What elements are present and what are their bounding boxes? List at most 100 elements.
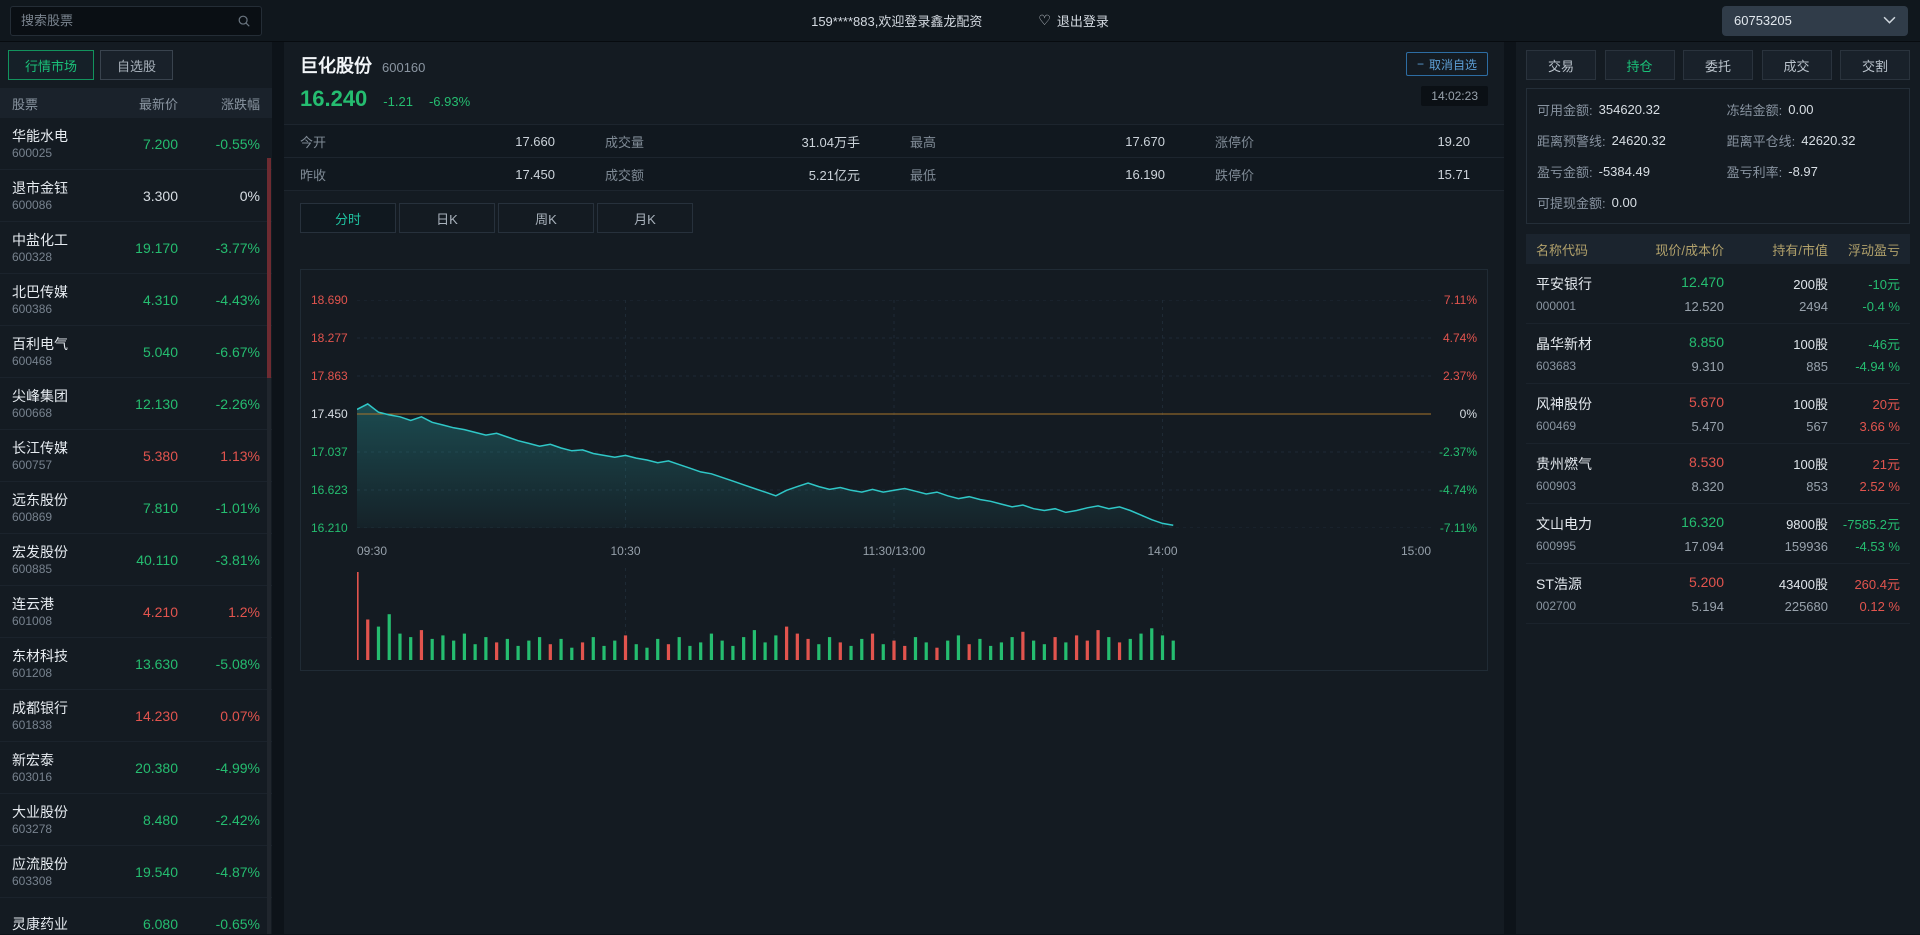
quote-info-cell: 最高17.670	[894, 125, 1199, 157]
holding-row[interactable]: ST浩源5.20043400股260.4元0027005.1942256800.…	[1526, 564, 1910, 624]
stock-change: 0.07%	[178, 708, 260, 724]
quote-header: 巨化股份 600160 16.240 -1.21 -6.93% − 取消自选 1…	[284, 42, 1504, 112]
stock-price: 40.110	[86, 552, 178, 568]
stock-row[interactable]: 应流股份60330819.540-4.87%	[0, 846, 272, 898]
holding-row[interactable]: 风神股份5.670100股20元6004695.4705673.66 %	[1526, 384, 1910, 444]
stock-row[interactable]: 长江传媒6007575.3801.13%	[0, 430, 272, 482]
holding-cost: 12.520	[1632, 299, 1724, 314]
remove-favorite-button[interactable]: − 取消自选	[1406, 52, 1488, 76]
holding-cost: 8.320	[1632, 479, 1724, 494]
trade-tab-0[interactable]: 交易	[1526, 50, 1596, 80]
stock-name: 华能水电	[12, 127, 86, 145]
stock-name-code: 长江传媒600757	[12, 439, 86, 473]
holding-code: 600469	[1536, 419, 1632, 434]
stock-row[interactable]: 新宏泰60301620.380-4.99%	[0, 742, 272, 794]
stock-change: -4.87%	[178, 864, 260, 880]
col-price: 最新价	[86, 94, 178, 113]
stock-name: 连云港	[12, 595, 86, 613]
page-title: 巨化股份	[300, 52, 372, 78]
stock-row[interactable]: 远东股份6008697.810-1.01%	[0, 482, 272, 534]
heart-icon: ♡	[1038, 12, 1051, 29]
info-value: 5.21亿元	[809, 165, 860, 184]
summary-item: 盈亏金额:-5384.49	[1537, 156, 1727, 187]
quote-info-cell: 涨停价19.20	[1199, 125, 1504, 157]
stock-list: 华能水电6000257.200-0.55%退市金钰6000863.3000%中盐…	[0, 118, 272, 934]
percent-tick: 0%	[1460, 407, 1477, 421]
stock-row[interactable]: 尖峰集团60066812.130-2.26%	[0, 378, 272, 430]
stock-code: 600386	[12, 301, 86, 317]
stock-price: 19.170	[86, 240, 178, 256]
percent-tick: 4.74%	[1443, 331, 1477, 345]
stock-change: -4.43%	[178, 292, 260, 308]
info-label: 最高	[910, 132, 936, 151]
logout-button[interactable]: ♡ 退出登录	[1038, 11, 1109, 30]
summary-value: 354620.32	[1599, 102, 1660, 117]
price-tick: 18.690	[311, 293, 348, 307]
col-floating-pl: 浮动盈亏	[1828, 240, 1900, 259]
stock-row[interactable]: 成都银行60183814.2300.07%	[0, 690, 272, 742]
holding-cost: 9.310	[1632, 359, 1724, 374]
welcome-text: 159****883,欢迎登录鑫龙配资	[811, 11, 982, 30]
holding-code: 600995	[1536, 539, 1632, 554]
quote-time: 14:02:23	[1421, 86, 1488, 106]
stock-row[interactable]: 北巴传媒6003864.310-4.43%	[0, 274, 272, 326]
stock-name-code: 远东股份600869	[12, 491, 86, 525]
holding-row[interactable]: 文山电力16.3209800股-7585.2元60099517.09415993…	[1526, 504, 1910, 564]
holding-row[interactable]: 平安银行12.470200股-10元00000112.5202494-0.4 %	[1526, 264, 1910, 324]
trade-tab-1[interactable]: 持仓	[1605, 50, 1675, 80]
search-input[interactable]	[21, 13, 237, 28]
stock-name: 灵康药业	[12, 915, 86, 933]
holding-name: 平安银行	[1536, 274, 1632, 294]
trade-tab-3[interactable]: 成交	[1762, 50, 1832, 80]
trade-tab-4[interactable]: 交割	[1840, 50, 1910, 80]
info-label: 成交额	[605, 165, 644, 184]
holding-row[interactable]: 贵州燃气8.530100股21元6009038.3208532.52 %	[1526, 444, 1910, 504]
stock-code: 603016	[12, 769, 86, 785]
stock-change: -1.01%	[178, 500, 260, 516]
stock-price: 7.810	[86, 500, 178, 516]
stock-row[interactable]: 中盐化工60032819.170-3.77%	[0, 222, 272, 274]
stock-row[interactable]: 东材科技60120813.630-5.08%	[0, 638, 272, 690]
account-select[interactable]: 60753205	[1722, 6, 1908, 36]
holding-pl-pct: 3.66 %	[1828, 419, 1900, 434]
holding-pl: 21元	[1828, 454, 1900, 474]
sidebar-tab-0[interactable]: 行情市场	[8, 50, 94, 80]
stock-row[interactable]: 灵康药业6.080-0.65%	[0, 898, 272, 934]
stock-row[interactable]: 宏发股份60088540.110-3.81%	[0, 534, 272, 586]
trade-tab-2[interactable]: 委托	[1683, 50, 1753, 80]
stock-search[interactable]	[10, 6, 262, 36]
percent-tick: -7.11%	[1440, 521, 1477, 535]
info-value: 31.04万手	[801, 132, 860, 151]
scrollbar-thumb[interactable]	[267, 158, 271, 378]
stock-name: 远东股份	[12, 491, 86, 509]
holding-price: 16.320	[1632, 514, 1724, 534]
chart-tab-2[interactable]: 周K	[498, 203, 594, 233]
info-value: 17.660	[515, 134, 555, 149]
stock-row[interactable]: 大业股份6032788.480-2.42%	[0, 794, 272, 846]
col-price-cost: 现价/成本价	[1632, 240, 1724, 259]
chart-tab-0[interactable]: 分时	[300, 203, 396, 233]
stock-price: 4.310	[86, 292, 178, 308]
time-axis: 09:3010:3011:30/13:0014:0015:00	[357, 542, 1431, 564]
price-tick: 16.210	[311, 521, 348, 535]
price-tick: 17.037	[311, 445, 348, 459]
sidebar-tab-1[interactable]: 自选股	[100, 50, 173, 80]
stock-name-code: 宏发股份600885	[12, 543, 86, 577]
chart-tab-1[interactable]: 日K	[399, 203, 495, 233]
stock-row[interactable]: 百利电气6004685.040-6.67%	[0, 326, 272, 378]
chart-tab-3[interactable]: 月K	[597, 203, 693, 233]
stock-row[interactable]: 退市金钰6000863.3000%	[0, 170, 272, 222]
quote-info-cell: 昨收17.450	[284, 158, 589, 190]
holding-row[interactable]: 晶华新材8.850100股-46元6036839.310885-4.94 %	[1526, 324, 1910, 384]
stock-name: 宏发股份	[12, 543, 86, 561]
stock-row[interactable]: 华能水电6000257.200-0.55%	[0, 118, 272, 170]
price-tick: 18.277	[311, 331, 348, 345]
summary-label: 距离预警线:	[1537, 131, 1606, 150]
stock-change: -6.67%	[178, 344, 260, 360]
sidebar-scrollbar[interactable]	[267, 158, 271, 934]
summary-label: 盈亏利率:	[1727, 162, 1783, 181]
stock-row[interactable]: 连云港6010084.2101.2%	[0, 586, 272, 638]
holding-code: 000001	[1536, 299, 1632, 314]
stock-code: 600468	[12, 353, 86, 369]
stock-name: 退市金钰	[12, 179, 86, 197]
